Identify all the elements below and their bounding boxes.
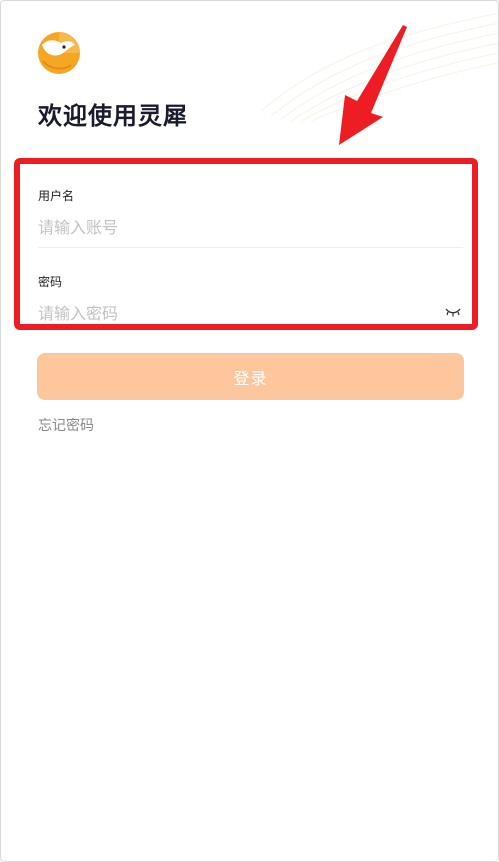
page-title: 欢迎使用灵犀 <box>38 102 188 130</box>
login-button[interactable]: 登录 <box>37 353 464 400</box>
login-screen: 欢迎使用灵犀 用户名 密码 登录 忘记密码 <box>0 0 499 862</box>
password-input[interactable] <box>38 300 418 326</box>
password-label: 密码 <box>38 275 63 289</box>
username-divider <box>38 247 463 248</box>
annotation-arrow-icon <box>339 25 407 145</box>
username-label: 用户名 <box>38 189 75 203</box>
username-input[interactable] <box>38 214 418 240</box>
eye-closed-icon[interactable] <box>445 307 461 317</box>
fox-logo-icon <box>38 32 80 74</box>
forgot-password-link[interactable]: 忘记密码 <box>38 415 94 435</box>
